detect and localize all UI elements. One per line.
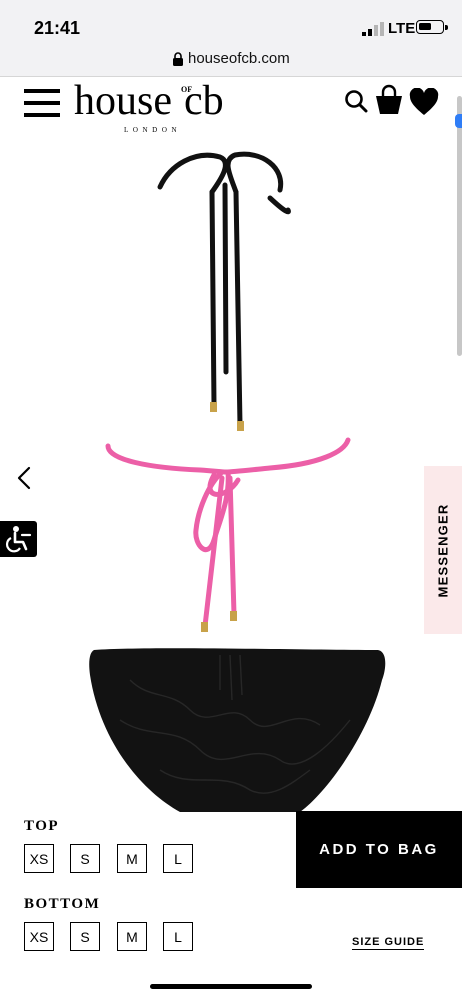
logo-house: house (74, 78, 172, 124)
heart-icon[interactable] (409, 88, 439, 116)
gold-tip (237, 421, 244, 431)
battery-tip (445, 25, 448, 30)
battery-icon (416, 20, 444, 34)
menu-icon[interactable] (24, 88, 60, 118)
logo-london: LONDON (124, 126, 181, 134)
messenger-label-text: MESSENGER (435, 503, 451, 597)
size-guide-link[interactable]: SIZE GUIDE (352, 936, 425, 950)
scroll-indicator (455, 114, 462, 128)
url-text[interactable]: houseofcb.com (188, 50, 290, 67)
top-size-l[interactable]: L (163, 844, 193, 873)
brand-logo[interactable]: house OF cb LONDON (74, 76, 244, 140)
network-type: LTE (388, 20, 416, 37)
home-indicator[interactable] (150, 984, 312, 989)
chevron-left-icon[interactable] (14, 466, 34, 490)
lock-icon (173, 52, 183, 66)
accessibility-icon (6, 526, 32, 553)
top-size-m[interactable]: M (117, 844, 147, 873)
bottom-size-m[interactable]: M (117, 922, 147, 951)
add-to-bag-button[interactable]: ADD TO BAG (296, 811, 462, 888)
bottom-size-s[interactable]: S (70, 922, 100, 951)
product-image[interactable] (0, 145, 462, 815)
messenger-tab-label[interactable]: MESSENGER (424, 466, 462, 634)
top-size-label: TOP (24, 818, 60, 834)
gold-tip (210, 402, 217, 412)
bottom-size-xs[interactable]: XS (24, 922, 54, 951)
pink-back-tie (105, 437, 351, 629)
search-icon[interactable] (344, 89, 368, 113)
bottom-size-l[interactable]: L (163, 922, 193, 951)
logo-cb: cb (184, 78, 224, 124)
accessibility-button[interactable] (0, 521, 37, 557)
top-size-s[interactable]: S (70, 844, 100, 873)
gold-tip (230, 611, 237, 621)
gold-tip (201, 622, 208, 632)
top-size-xs[interactable]: XS (24, 844, 54, 873)
signal-icon (362, 22, 384, 36)
shopping-bag-icon[interactable] (374, 84, 404, 116)
status-time: 21:41 (34, 18, 81, 38)
black-halter-tie (157, 151, 291, 428)
bottom-size-label: BOTTOM (24, 896, 101, 912)
